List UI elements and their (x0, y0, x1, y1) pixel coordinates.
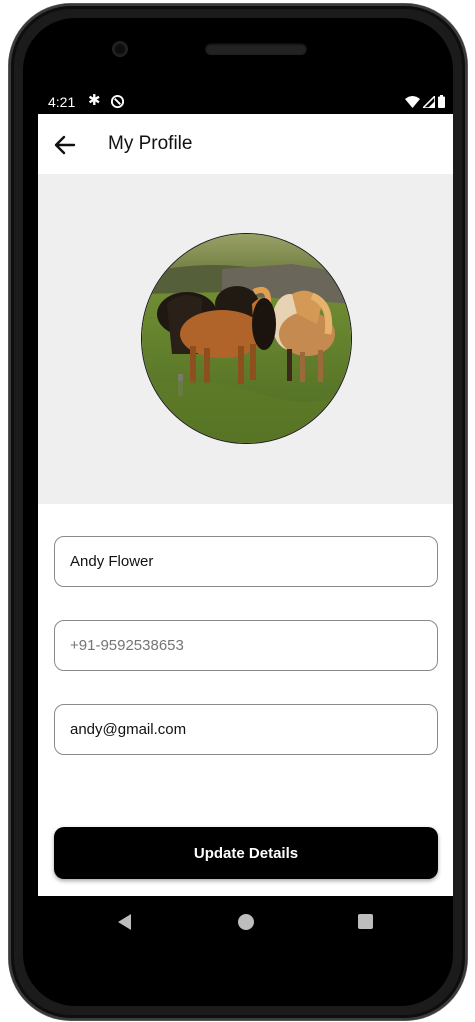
status-right-icons (405, 95, 445, 108)
status-bar: 4:21 ✱ (38, 90, 453, 114)
nav-home-icon[interactable] (238, 914, 254, 930)
nav-back-icon[interactable] (118, 914, 131, 930)
name-field[interactable] (54, 536, 438, 587)
wifi-icon (405, 95, 420, 108)
profile-header (38, 174, 453, 504)
horses-photo (142, 234, 351, 443)
front-camera (113, 42, 127, 56)
update-details-label: Update Details (193, 844, 299, 862)
nav-recents-icon[interactable] (358, 914, 373, 929)
signal-icon (423, 95, 435, 108)
email-field[interactable] (54, 704, 438, 755)
phone-field[interactable] (54, 620, 438, 671)
app-bar: My Profile (38, 114, 453, 174)
update-details-button[interactable]: Update Details (54, 827, 438, 879)
battery-icon (438, 95, 445, 108)
earpiece-speaker (205, 43, 307, 55)
app-screen: 4:21 ✱ My Profile Andy Flower +91-959253… (38, 90, 453, 896)
back-arrow-icon[interactable] (50, 130, 80, 160)
settings-icon: ✱ (88, 92, 101, 109)
system-nav-bar (38, 896, 453, 948)
profile-avatar[interactable] (141, 233, 352, 444)
status-time: 4:21 (48, 94, 76, 110)
page-title: My Profile (108, 133, 193, 154)
sync-icon (110, 94, 125, 109)
